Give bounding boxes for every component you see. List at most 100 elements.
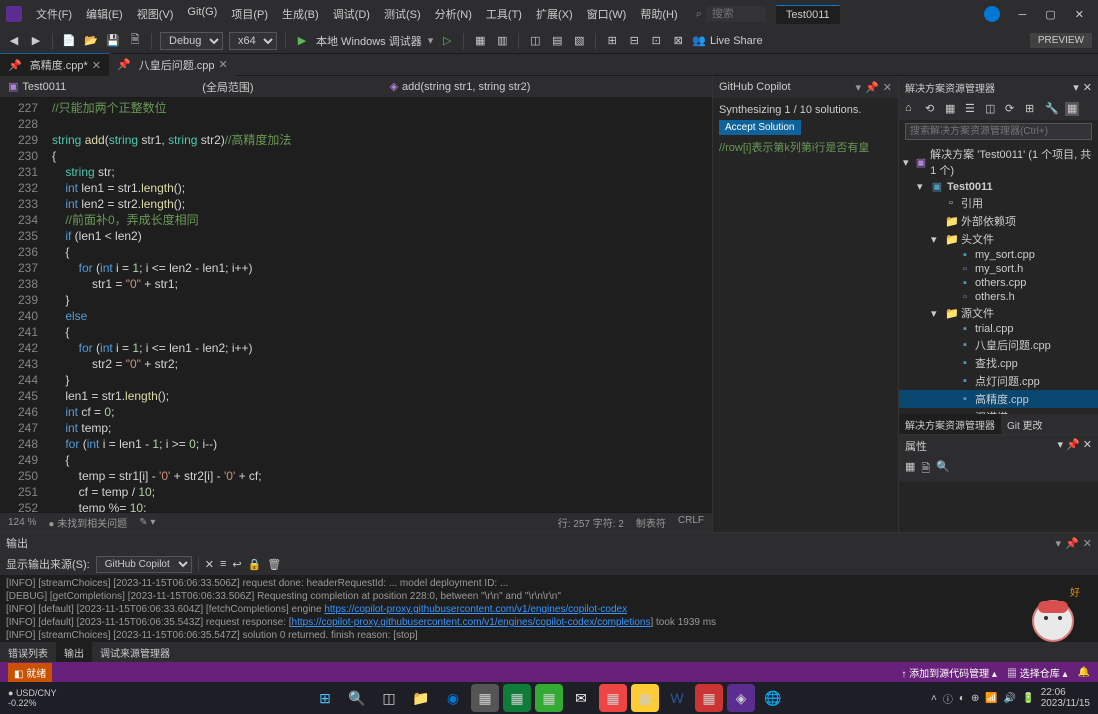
menu-item[interactable]: 生成(B): [276, 2, 325, 26]
solution-root[interactable]: ▾▣解决方案 'Test0011' (1 个项目, 共 1 个): [899, 145, 1098, 179]
app-icon[interactable]: ▦: [599, 684, 627, 712]
search-button[interactable]: 🔍: [343, 684, 371, 712]
code-editor[interactable]: 2272282292302312322332342352362372382392…: [0, 98, 712, 512]
tool-icon-6[interactable]: ⊞: [604, 33, 620, 49]
tree-node[interactable]: ▪trial.cpp: [899, 322, 1098, 336]
tool-icon[interactable]: ☰: [965, 102, 979, 116]
battery-icon[interactable]: 🔋: [1022, 693, 1034, 704]
tree-node[interactable]: ▪others.cpp: [899, 276, 1098, 290]
output-source-select[interactable]: GitHub Copilot: [96, 556, 192, 573]
prop-sort-icon[interactable]: 🗎: [921, 460, 930, 479]
prop-cat-icon[interactable]: ▦: [905, 460, 915, 479]
chevron-up-icon[interactable]: ˄: [931, 693, 937, 704]
code-lines[interactable]: //只能加两个正整数位string add(string str1, strin…: [52, 98, 712, 512]
tool-icon[interactable]: ▦: [1065, 102, 1079, 116]
toggle-icon[interactable]: ≡: [220, 558, 226, 570]
home-icon[interactable]: ⌂: [905, 102, 919, 116]
app-icon[interactable]: ▦: [631, 684, 659, 712]
menu-item[interactable]: 编辑(E): [80, 2, 129, 26]
menu-item[interactable]: 工具(T): [480, 2, 528, 26]
menu-item[interactable]: 扩展(X): [530, 2, 579, 26]
solution-search-input[interactable]: [905, 123, 1092, 140]
run-no-debug-icon[interactable]: ▷: [439, 33, 455, 49]
pin-icon[interactable]: ▾ 📌 ✕: [1057, 439, 1092, 451]
menu-item[interactable]: 调试(D): [327, 2, 376, 26]
config-select[interactable]: Debug: [160, 32, 223, 50]
start-button[interactable]: ⊞: [311, 684, 339, 712]
weather-widget[interactable]: ● USD/CNY -0.22%: [8, 688, 56, 708]
app-icon[interactable]: ▦: [695, 684, 723, 712]
menu-item[interactable]: 测试(S): [378, 2, 427, 26]
run-icon[interactable]: ▶: [294, 33, 310, 49]
pin2-icon[interactable]: 📌: [865, 82, 879, 94]
tab-debug-source[interactable]: 调试来源管理器: [92, 642, 178, 662]
tree-node[interactable]: ▪八皇后问题.cpp: [899, 336, 1098, 354]
app-icon[interactable]: ▦: [503, 684, 531, 712]
wrap-icon[interactable]: ↩: [232, 558, 241, 571]
tab-output[interactable]: 输出: [56, 642, 92, 662]
menu-item[interactable]: 帮助(H): [634, 2, 683, 26]
tree-node[interactable]: 📁外部依赖项: [899, 212, 1098, 230]
nav-back-icon[interactable]: ◀: [6, 33, 22, 49]
search-input[interactable]: [706, 6, 766, 22]
file-tab[interactable]: 📌八皇后问题.cpp✕: [109, 54, 236, 76]
tree-node[interactable]: ▫others.h: [899, 290, 1098, 304]
close-icon[interactable]: ✕: [1083, 538, 1092, 550]
tool-icon-1[interactable]: ▦: [472, 33, 488, 49]
new-file-icon[interactable]: 📄: [61, 33, 77, 49]
lock-icon[interactable]: 🔒: [248, 558, 262, 571]
notifications-icon[interactable]: 🔔: [1078, 667, 1090, 678]
clear-all-icon[interactable]: 🗑: [267, 558, 281, 571]
explorer-icon[interactable]: 📁: [407, 684, 435, 712]
tree-node[interactable]: ▫my_sort.h: [899, 262, 1098, 276]
crumb-project[interactable]: ▣Test0011: [0, 78, 74, 95]
prop-search-icon[interactable]: 🔍: [936, 460, 950, 479]
close-icon[interactable]: ✕: [92, 59, 101, 72]
user-avatar-icon[interactable]: [984, 6, 1000, 22]
wifi-icon[interactable]: 📶: [985, 693, 997, 704]
live-share-button[interactable]: 👥 Live Share: [692, 34, 762, 47]
app-icon[interactable]: ✉: [567, 684, 595, 712]
issues-indicator[interactable]: ● 未找到相关问题: [48, 515, 127, 530]
tray-icon[interactable]: ◐: [959, 693, 965, 704]
tool-icon-2[interactable]: ▥: [494, 33, 510, 49]
repo-select[interactable]: ▦ 选择仓库 ▴: [1007, 665, 1068, 680]
tool-icon-7[interactable]: ⊟: [626, 33, 642, 49]
tool-icon-9[interactable]: ⊠: [670, 33, 686, 49]
maximize-button[interactable]: ▢: [1037, 5, 1063, 25]
menu-item[interactable]: 视图(V): [131, 2, 180, 26]
save-icon[interactable]: 💾: [105, 33, 121, 49]
volume-icon[interactable]: 🔊: [1004, 693, 1016, 704]
word-icon[interactable]: W: [663, 684, 691, 712]
dropdown-icon[interactable]: ▾: [1056, 538, 1062, 550]
close-icon[interactable]: ✕: [883, 82, 892, 94]
taskview-button[interactable]: ◫: [375, 684, 403, 712]
tree-node[interactable]: ▾📁源文件: [899, 304, 1098, 322]
tab-error-list[interactable]: 错误列表: [0, 642, 56, 662]
accept-solution-button[interactable]: Accept Solution: [719, 120, 801, 135]
tab-solution-explorer[interactable]: 解决方案资源管理器: [899, 414, 1001, 434]
file-tab[interactable]: 📌高精度.cpp*✕: [0, 53, 109, 76]
tool-icon[interactable]: ▦: [945, 102, 959, 116]
pin-icon[interactable]: 📌: [1065, 538, 1079, 550]
run-label[interactable]: 本地 Windows 调试器: [316, 33, 422, 49]
save-all-icon[interactable]: 🗎: [127, 33, 143, 49]
tray-icon[interactable]: ⊕: [971, 693, 979, 704]
source-control-add[interactable]: ↑ 添加到源代码管理 ▴: [901, 665, 997, 680]
sync-icon[interactable]: ⟲: [925, 102, 939, 116]
title-search[interactable]: ⌕: [696, 6, 766, 22]
clear-icon[interactable]: ✕: [205, 558, 214, 571]
menu-item[interactable]: 窗口(W): [581, 2, 633, 26]
vs-icon[interactable]: ◈: [727, 684, 755, 712]
tab-git-changes[interactable]: Git 更改: [1001, 414, 1049, 434]
eol-mode[interactable]: CRLF: [678, 515, 704, 530]
indent-mode[interactable]: 制表符: [636, 515, 666, 530]
close-icon[interactable]: ✕: [219, 58, 228, 71]
close-button[interactable]: ✕: [1067, 5, 1092, 25]
menu-item[interactable]: 分析(N): [429, 2, 478, 26]
dropdown-icon[interactable]: ▾: [1073, 81, 1079, 94]
system-tray[interactable]: ˄ ⓘ ◐ ⊕ 📶 🔊 🔋 22:062023/11/15: [931, 687, 1090, 709]
output-log[interactable]: [INFO] [streamChoices] [2023-11-15T06:06…: [0, 575, 1098, 642]
chrome-icon[interactable]: 🌐: [759, 684, 787, 712]
nav-fwd-icon[interactable]: ▶: [28, 33, 44, 49]
